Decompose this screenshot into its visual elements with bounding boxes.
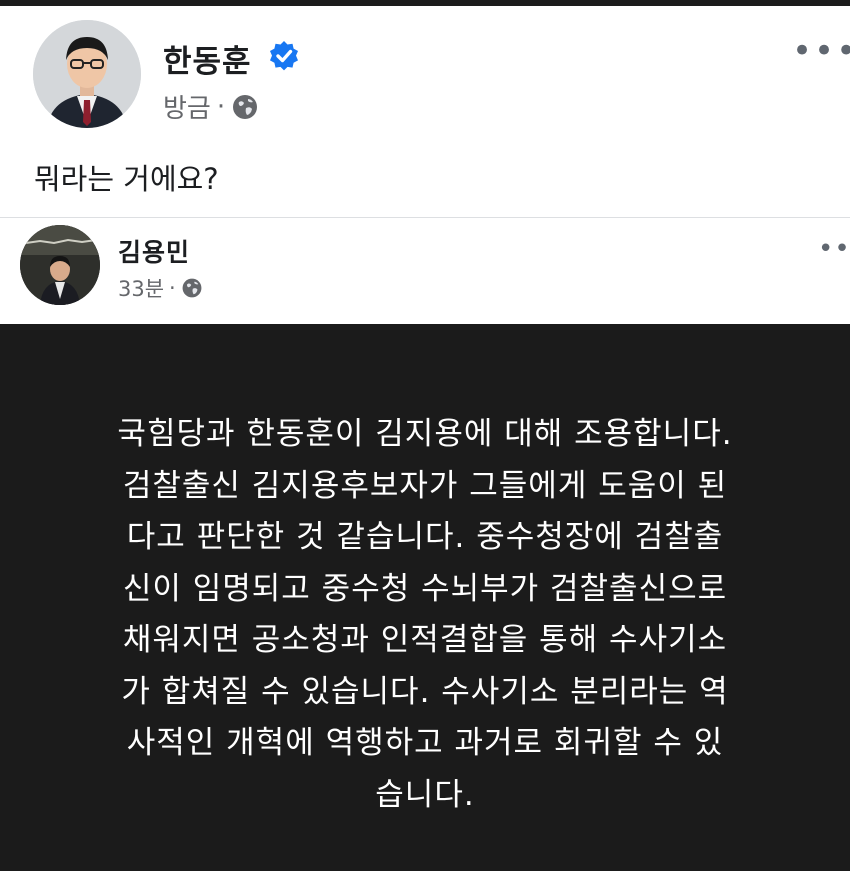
globe-icon bbox=[233, 94, 258, 119]
verified-badge-icon bbox=[270, 41, 298, 71]
meta-separator: · bbox=[216, 91, 226, 122]
author-avatar[interactable] bbox=[33, 20, 141, 128]
author-name[interactable]: 한동훈 bbox=[163, 36, 252, 81]
globe-icon bbox=[182, 278, 202, 298]
shared-post-header: 김용민 33분 · ••• bbox=[0, 218, 850, 323]
more-options-button[interactable]: ••• bbox=[792, 34, 850, 68]
shared-post-meta: 33분 · bbox=[118, 273, 203, 303]
card-text-line: 가 합쳐질 수 있습니다. 수사기소 분리라는 역 bbox=[121, 673, 729, 710]
card-text-line: 국힘당과 한동훈이 김지용에 대해 조용합니다. bbox=[117, 416, 733, 452]
post-meta: 방금 · bbox=[163, 88, 259, 125]
shared-post-timestamp[interactable]: 33분 bbox=[118, 273, 164, 303]
post-timestamp[interactable]: 방금 bbox=[163, 88, 211, 125]
card-text-line: 신이 임명되고 중수청 수뇌부가 검찰출신으로 bbox=[122, 570, 728, 607]
shared-text-card: 국힘당과 한동훈이 김지용에 대해 조용합니다. 검찰출신 김지용후보자가 그들… bbox=[0, 324, 850, 871]
card-text: 국힘당과 한동훈이 김지용에 대해 조용합니다. 검찰출신 김지용후보자가 그들… bbox=[40, 409, 810, 821]
card-text-line: 사적인 개혁에 역행하고 과거로 회귀할 수 있 bbox=[126, 725, 724, 761]
card-text-line: 다고 판단한 것 같습니다. 중수청장에 검찰출 bbox=[126, 519, 724, 555]
shared-more-options-button[interactable]: ••• bbox=[818, 236, 850, 262]
card-text-line: 검찰출신 김지용후보자가 그들에게 도움이 된 bbox=[122, 467, 728, 504]
shared-author-avatar[interactable] bbox=[20, 225, 100, 305]
shared-author-name[interactable]: 김용민 bbox=[118, 233, 190, 269]
post-text: 뭐라는 거에요? bbox=[34, 162, 219, 196]
main-post: 한동훈 방금 · ••• 뭐라는 거에요? bbox=[0, 6, 850, 218]
card-text-line: 채워지면 공소청과 인적결합을 통해 수사기소 bbox=[122, 622, 728, 658]
card-text-line: 습니다. bbox=[375, 776, 475, 813]
shared-meta-separator: · bbox=[169, 276, 176, 300]
